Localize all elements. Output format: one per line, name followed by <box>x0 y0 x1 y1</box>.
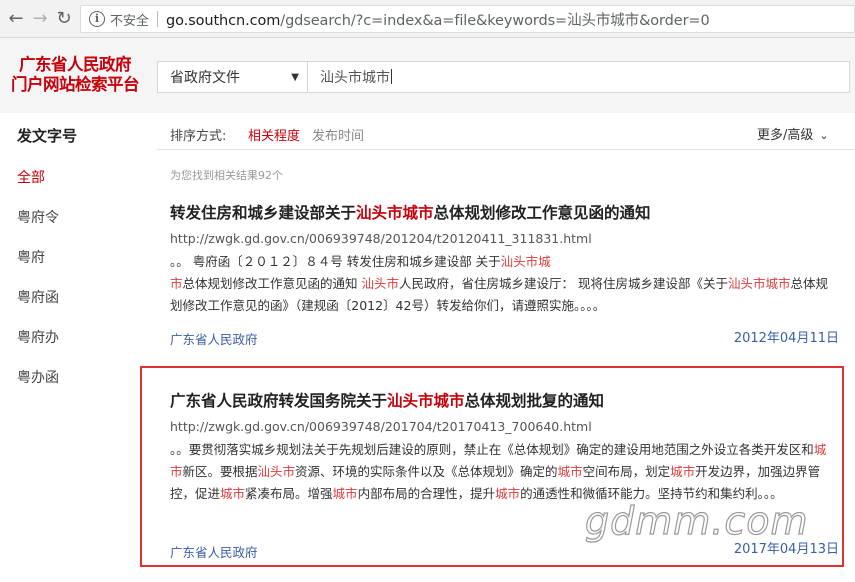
result-title-keyword: 汕头市城市 <box>356 204 434 222</box>
snippet-keyword: 城市 <box>557 464 583 479</box>
watermark: gdmm.com <box>584 498 809 543</box>
result-title-link[interactable]: 广东省人民政府转发国务院关于汕头市城市总体规划批复的通知 <box>170 389 604 411</box>
security-label: 不安全 <box>110 13 150 29</box>
search-input-value: 汕头市城市 <box>320 70 390 86</box>
result-title-text: 广东省人民政府转发国务院关于 <box>170 392 388 410</box>
sidebar-item-all[interactable]: 全部 <box>17 167 45 187</box>
snippet-keyword: 汕头市 <box>361 276 400 291</box>
snippet-text: 人民政府，省住房城乡建设厅： 现将住房城乡建设部《关于 <box>399 276 728 291</box>
sidebar-item-yuebanhan[interactable]: 粤办函 <box>17 367 59 387</box>
chevron-down-icon: ⌄ <box>819 129 829 142</box>
result-count: 为您找到相关结果92个 <box>170 169 283 182</box>
result-title-text: 总体规划修改工作意见函的通知 <box>433 204 651 222</box>
address-bar[interactable]: i 不安全 go.southcn.com/gdsearch/?c=index&a… <box>80 5 855 33</box>
snippet-keyword: 汕头市城市 <box>728 276 791 291</box>
divider <box>157 149 855 150</box>
result-title-link[interactable]: 转发住房和城乡建设部关于汕头市城市总体规划修改工作意见函的通知 <box>170 201 651 223</box>
snippet-keyword: 城市 <box>332 486 358 501</box>
sort-relevance[interactable]: 相关程度 <box>248 125 300 144</box>
more-advanced-button[interactable]: 更多/高级 ⌄ <box>757 124 829 143</box>
snippet-text: 总体规划修改工作意见函的通知 <box>182 276 362 291</box>
site-logo[interactable]: 广东省人民政府 门户网站检索平台 <box>0 55 150 95</box>
url-host: go.southcn.com <box>166 12 281 29</box>
logo-line-2: 门户网站检索平台 <box>11 75 140 94</box>
snippet-text: 。。要贯彻落实城乡规划法关于先规划后建设的原则，禁止在《总体规划》确定的建设用地… <box>170 442 814 457</box>
back-arrow-icon[interactable]: ← <box>6 9 26 29</box>
logo-line-1: 广东省人民政府 <box>19 55 132 74</box>
snippet-text: 空间布局，划定 <box>582 464 671 479</box>
url-divider <box>157 11 159 27</box>
snippet-keyword: 汕头市城 <box>500 254 551 269</box>
result-snippet: 。。 粤府函〔２０１２〕８４号 转发住房和城乡建设部 关于汕头市城 市总体规划修改… <box>170 251 832 317</box>
browser-toolbar: ← → ↻ i 不安全 go.southcn.com/gdsearch/?c=i… <box>0 0 855 38</box>
result-url[interactable]: http://zwgk.gd.gov.cn/006939748/201204/t… <box>170 231 592 246</box>
info-icon[interactable]: i <box>89 11 105 27</box>
sidebar-item-yuefuban[interactable]: 粤府办 <box>17 327 59 347</box>
snippet-keyword: 市 <box>170 276 183 291</box>
more-advanced-label: 更多/高级 <box>757 128 814 143</box>
result-url[interactable]: http://zwgk.gd.gov.cn/006939748/201704/t… <box>170 419 592 434</box>
sidebar-item-yuefuling[interactable]: 粤府令 <box>17 207 59 227</box>
sidebar-item-yuefuhan[interactable]: 粤府函 <box>17 287 59 307</box>
text-cursor <box>391 69 392 84</box>
snippet-text: 内部布局的合理性，提升 <box>357 486 496 501</box>
sort-publish-time[interactable]: 发布时间 <box>312 125 364 144</box>
sidebar-title: 发文字号 <box>17 127 78 145</box>
snippet-keyword: 城市 <box>670 464 696 479</box>
url-path: /gdsearch/?c=index&a=file&keywords=汕头市城市… <box>280 12 710 29</box>
result-snippet: 。。要贯彻落实城乡规划法关于先规划后建设的原则，禁止在《总体规划》确定的建设用地… <box>170 439 832 505</box>
sort-label: 排序方式: <box>170 129 227 144</box>
search-input[interactable]: 汕头市城市 <box>308 67 392 87</box>
snippet-keyword: 城市 <box>220 486 246 501</box>
snippet-text: 新区。要根据 <box>182 464 258 479</box>
result-date: 2012年04月11日 <box>733 331 839 346</box>
dropdown-caret-icon: ▼ <box>291 71 299 83</box>
forward-arrow-icon[interactable]: → <box>30 9 50 29</box>
scope-select-value: 省政府文件 <box>170 70 240 86</box>
result-title-text: 总体规划批复的通知 <box>464 392 605 410</box>
snippet-text: 资源、环境的实际条件以及《总体规划》确定的 <box>295 464 558 479</box>
result-source[interactable]: 广东省人民政府 <box>170 542 258 561</box>
snippet-text: 紧凑布局。增强 <box>245 486 333 501</box>
scope-select[interactable]: 省政府文件 ▼ <box>158 62 308 92</box>
snippet-keyword: 城市 <box>495 486 521 501</box>
sidebar-item-yuefu[interactable]: 粤府 <box>17 247 45 267</box>
reload-icon[interactable]: ↻ <box>54 9 74 29</box>
url-text[interactable]: go.southcn.com/gdsearch/?c=index&a=file&… <box>166 9 710 30</box>
result-source[interactable]: 广东省人民政府 <box>170 329 258 348</box>
result-title-text: 转发住房和城乡建设部关于 <box>170 204 357 222</box>
result-title-keyword: 汕头市城市 <box>387 392 465 410</box>
snippet-keyword: 汕头市 <box>257 464 296 479</box>
search-bar: 省政府文件 ▼ 汕头市城市 <box>157 61 850 93</box>
snippet-text: 。。 粤府函〔２０１２〕８４号 转发住房和城乡建设部 关于 <box>170 254 501 269</box>
